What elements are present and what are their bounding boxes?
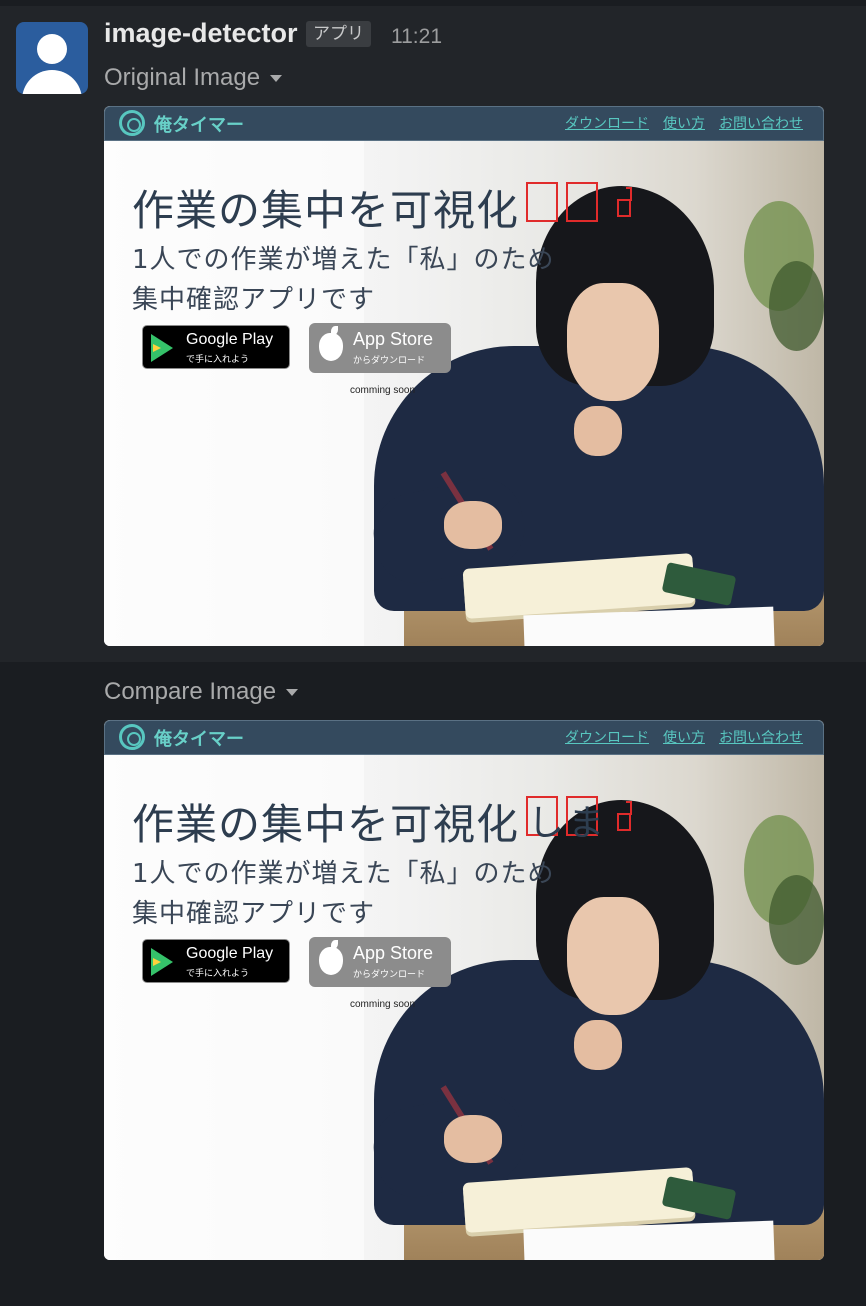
site-navbar: 俺タイマー ダウンロード 使い方 お問い合わせ: [104, 720, 824, 755]
google-play-icon: [151, 334, 173, 362]
original-image-label-text: Original Image: [104, 64, 261, 91]
detected-char-box-small: [617, 813, 631, 831]
coming-soon-note: comming soon: [350, 999, 416, 1010]
site-brand: 俺タイマー: [154, 729, 244, 750]
google-play-title: Google Play: [186, 331, 274, 348]
google-play-button[interactable]: Google Play で手に入れよう: [142, 325, 290, 369]
compare-image[interactable]: 俺タイマー ダウンロード 使い方 お問い合わせ 作業の集中を可視化 し ま 1人…: [104, 720, 824, 1260]
nav-link-contact: お問い合わせ: [719, 730, 803, 746]
hero-subline-1: 1人での作業が増えた「私」のため: [132, 245, 555, 275]
google-play-sub: で手に入れよう: [186, 354, 250, 364]
person-hand: [444, 501, 502, 549]
site-brand: 俺タイマー: [154, 115, 244, 136]
person-hand: [574, 406, 622, 456]
app-store-title: App Store: [353, 329, 434, 349]
nav-link-howto: 使い方: [663, 730, 705, 746]
detected-char-box: [566, 182, 598, 222]
detected-char-box-small: [617, 199, 631, 217]
detected-char-box: ま: [566, 796, 604, 844]
avatar-head-icon: [37, 34, 67, 64]
apple-icon: [319, 326, 343, 361]
sender-name[interactable]: image-detector: [104, 18, 298, 49]
person-hand: [574, 1020, 622, 1070]
coming-soon-note: comming soon: [350, 385, 416, 396]
hero-subline-1: 1人での作業が増えた「私」のため: [132, 859, 555, 889]
app-store-sub: からダウンロード: [353, 969, 426, 979]
plant: [769, 875, 824, 965]
google-play-icon: [151, 948, 173, 976]
detected-mark: [626, 801, 632, 815]
site-nav-links: ダウンロード 使い方 お問い合わせ: [565, 113, 803, 133]
detected-char: ま: [568, 803, 605, 844]
hero-subline-2: 集中確認アプリです: [132, 285, 376, 315]
site-nav-links: ダウンロード 使い方 お問い合わせ: [565, 727, 803, 747]
google-play-sub: で手に入れよう: [186, 968, 250, 978]
timer-logo-icon: [119, 110, 145, 136]
person-face: [567, 283, 659, 401]
person-face: [567, 897, 659, 1015]
app-badge: アプリ: [306, 21, 371, 47]
google-play-title: Google Play: [186, 945, 274, 962]
nav-link-download: ダウンロード: [565, 116, 649, 132]
hero-photo: 作業の集中を可視化 し ま 1人での作業が増えた「私」のため 集中確認アプリです…: [104, 755, 824, 1260]
app-store-sub: からダウンロード: [353, 355, 426, 365]
nav-link-contact: お問い合わせ: [719, 116, 803, 132]
original-image[interactable]: 俺タイマー ダウンロード 使い方 お問い合わせ 作業の集中を可視化 1人での作業…: [104, 106, 824, 646]
avatar[interactable]: [16, 22, 88, 94]
avatar-body-icon: [22, 70, 82, 94]
nav-link-howto: 使い方: [663, 116, 705, 132]
detected-char-box: [526, 182, 558, 222]
google-play-button[interactable]: Google Play で手に入れよう: [142, 939, 290, 983]
chevron-down-icon: [286, 689, 299, 697]
detected-mark: [626, 187, 632, 201]
chevron-down-icon: [270, 75, 283, 83]
apple-icon: [319, 940, 343, 975]
message-time[interactable]: 11:21: [391, 25, 442, 49]
app-store-button[interactable]: App Store からダウンロード: [309, 937, 451, 987]
app-store-button[interactable]: App Store からダウンロード: [309, 323, 451, 373]
hero-photo: 作業の集中を可視化 1人での作業が増えた「私」のため 集中確認アプリです Goo…: [104, 141, 824, 646]
app-store-title: App Store: [353, 943, 434, 963]
compare-image-label-text: Compare Image: [104, 678, 277, 705]
detected-char: し: [528, 803, 565, 844]
detected-char-box: し: [526, 796, 564, 844]
plant: [769, 261, 824, 351]
timer-logo-icon: [119, 724, 145, 750]
hero-headline: 作業の集中を可視化: [132, 186, 520, 235]
hero-headline: 作業の集中を可視化: [132, 800, 520, 849]
nav-link-download: ダウンロード: [565, 730, 649, 746]
person-hand: [444, 1115, 502, 1163]
compare-image-label[interactable]: Compare Image: [104, 678, 299, 706]
site-navbar: 俺タイマー ダウンロード 使い方 お問い合わせ: [104, 106, 824, 141]
original-image-label[interactable]: Original Image: [104, 64, 283, 92]
hero-subline-2: 集中確認アプリです: [132, 899, 376, 929]
